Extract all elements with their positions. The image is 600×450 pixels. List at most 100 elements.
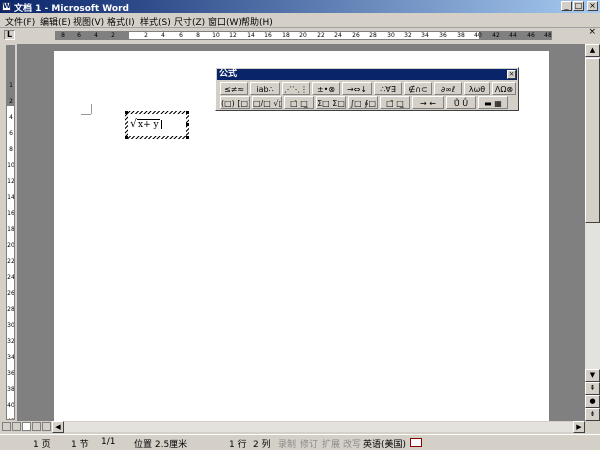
document-close-button[interactable]: × xyxy=(588,27,596,37)
resize-handle-br[interactable] xyxy=(186,136,189,139)
menu-help[interactable]: 帮助(H) xyxy=(241,15,273,28)
scroll-right-button[interactable]: ▶ xyxy=(573,421,585,433)
vruler-tick-label: 42 xyxy=(7,419,14,420)
ruler-tick-label: 28 xyxy=(369,32,377,39)
reading-view-button[interactable] xyxy=(42,422,51,431)
ruler-tick-label: 6 xyxy=(77,32,81,39)
web-layout-view-button[interactable] xyxy=(12,422,21,431)
integral-templates-button[interactable]: ∫□ ∮□ xyxy=(348,96,378,109)
summation-templates-button[interactable]: Σ□ Σ□ xyxy=(316,96,346,109)
equation-toolbar-title[interactable]: 公式 xyxy=(217,69,517,80)
status-position: 位置 2.5厘米 xyxy=(134,440,188,450)
vertical-scrollbar[interactable]: ▲ ▼ ⇞ ● ⇟ xyxy=(585,44,600,421)
vruler-tick-label: 6 xyxy=(9,130,13,137)
ruler-tick-label: 8 xyxy=(61,32,65,39)
ruler-tick-label: 46 xyxy=(527,32,535,39)
underbar-overbar-templates-button[interactable]: □̄ □̲ xyxy=(380,96,410,109)
spelling-status-icon[interactable] xyxy=(410,438,422,447)
equation-object[interactable]: √x+ y xyxy=(125,111,189,139)
menu-window[interactable]: 窗口(W) xyxy=(208,15,242,28)
operator-symbols-button[interactable]: ±•⊗ xyxy=(312,82,340,95)
horizontal-scrollbar-track[interactable] xyxy=(64,422,585,432)
normal-view-button[interactable] xyxy=(2,422,11,431)
fraction-radical-templates-button[interactable]: □/□ √□ xyxy=(252,96,282,109)
tab-selector-button[interactable]: L xyxy=(4,30,15,40)
horizontal-ruler[interactable]: 8 6 4 2 2 4 6 8 10 12 14 16 18 20 22 24 26 28 30 32 34 36 38 40… xyxy=(55,31,552,40)
ruler-tick-label: 38 xyxy=(457,32,465,39)
ruler-left-margin xyxy=(56,32,129,39)
logical-symbols-button[interactable]: ∴∀∃ xyxy=(374,82,402,95)
spaces-ellipses-button[interactable]: ⅰab∴ xyxy=(250,82,280,95)
equation-editor[interactable]: √x+ y xyxy=(128,114,186,136)
vruler-tick-label: 40 xyxy=(7,402,15,409)
equation-content[interactable]: √x+ y xyxy=(130,117,162,130)
ruler-tick-label: 24 xyxy=(334,32,342,39)
vertical-ruler[interactable]: 124681012141618202224262830323436384042 xyxy=(6,45,15,420)
status-bar: 1 页 1 节 1/1 位置 2.5厘米 1 行 2 列 录制 修订 扩展 改写… xyxy=(0,434,600,450)
menu-size[interactable]: 尺寸(Z) xyxy=(174,15,205,28)
vruler-tick-label: 22 xyxy=(7,258,15,265)
menu-file[interactable]: 文件(F) xyxy=(5,15,35,28)
products-set-theory-templates-button[interactable]: Ů Ǘ xyxy=(446,96,476,109)
misc-symbols-button[interactable]: ∂∞ℓ xyxy=(434,82,462,95)
radical-symbol: √ xyxy=(130,117,138,130)
equation-toolbar-close-button[interactable]: × xyxy=(507,70,516,79)
maximize-button[interactable]: □ xyxy=(573,1,584,11)
word-app-icon[interactable]: W xyxy=(2,2,11,11)
status-track-changes[interactable]: 修订 xyxy=(300,437,318,450)
relational-symbols-button[interactable]: ≤≠≈ xyxy=(220,82,248,95)
ruler-tick-label: 14 xyxy=(247,32,255,39)
vruler-tick-label: 36 xyxy=(7,370,15,377)
vruler-tick-label: 24 xyxy=(7,274,15,281)
close-button[interactable]: × xyxy=(587,1,598,11)
ruler-tick-label: 4 xyxy=(161,32,165,39)
ruler-tick-label: 42 xyxy=(492,32,500,39)
greek-uppercase-button[interactable]: ΛΩ⊗ xyxy=(492,82,516,95)
fence-templates-button[interactable]: (□) [□] xyxy=(220,96,250,109)
status-overtype[interactable]: 改写 xyxy=(343,437,361,450)
labeled-arrow-templates-button[interactable]: → ← xyxy=(412,96,444,109)
scroll-up-button[interactable]: ▲ xyxy=(585,44,600,57)
status-column: 2 列 xyxy=(253,440,271,450)
scroll-left-button[interactable]: ◀ xyxy=(52,421,64,433)
ruler-tick-label: 40 xyxy=(474,32,482,39)
resize-handle-r[interactable] xyxy=(186,123,189,126)
menu-style[interactable]: 样式(S) xyxy=(140,15,171,28)
next-page-button[interactable]: ⇟ xyxy=(585,408,600,421)
subscript-superscript-templates-button[interactable]: □̇ □̲ xyxy=(284,96,314,109)
text-cursor xyxy=(160,120,162,129)
menu-edit[interactable]: 编辑(E) xyxy=(40,15,71,28)
greek-lowercase-button[interactable]: λωθ xyxy=(464,82,490,95)
menu-format[interactable]: 格式(I) xyxy=(107,15,135,28)
vruler-tick-label: 20 xyxy=(7,242,15,249)
previous-page-button[interactable]: ⇞ xyxy=(585,382,600,395)
vruler-top-margin xyxy=(7,46,14,106)
vruler-tick-label: 34 xyxy=(7,354,15,361)
scroll-down-button[interactable]: ▼ xyxy=(585,369,600,382)
scroll-thumb[interactable] xyxy=(585,58,600,223)
minimize-button[interactable]: _ xyxy=(561,1,572,11)
status-language[interactable]: 英语(美国) xyxy=(363,437,406,450)
resize-handle-bl[interactable] xyxy=(125,136,128,139)
status-record[interactable]: 录制 xyxy=(278,437,296,450)
select-browse-object-button[interactable]: ● xyxy=(585,395,600,408)
ruler-tick-label: 10 xyxy=(212,32,220,39)
outline-view-button[interactable] xyxy=(32,422,41,431)
status-extend[interactable]: 扩展 xyxy=(322,437,340,450)
ruler-tick-label: 12 xyxy=(229,32,237,39)
embellishments-button[interactable]: ⋰⋱⋮ xyxy=(282,82,310,95)
ruler-tick-label: 32 xyxy=(404,32,412,39)
ruler-tick-label: 2 xyxy=(144,32,148,39)
arrow-symbols-button[interactable]: →⇔↓ xyxy=(342,82,372,95)
ruler-tick-label: 22 xyxy=(317,32,325,39)
print-layout-view-button[interactable] xyxy=(22,422,31,431)
menu-view[interactable]: 视图(V) xyxy=(73,15,104,28)
title-bar[interactable]: W 文档 1 - Microsoft Word _ □ × xyxy=(0,0,600,14)
set-theory-symbols-button[interactable]: ∉∩⊂ xyxy=(404,82,432,95)
resize-handle-tr[interactable] xyxy=(186,111,189,114)
resize-handle-tl[interactable] xyxy=(125,111,128,114)
matrix-templates-button[interactable]: ▬ ▦ xyxy=(478,96,508,109)
vruler-tick-label: 12 xyxy=(7,178,15,185)
vruler-tick-label: 18 xyxy=(7,226,15,233)
equation-toolbar[interactable]: 公式 × ≤≠≈ ⅰab∴ ⋰⋱⋮ ±•⊗ →⇔↓ ∴∀∃ ∉∩⊂ ∂∞ℓ λω… xyxy=(215,67,519,111)
